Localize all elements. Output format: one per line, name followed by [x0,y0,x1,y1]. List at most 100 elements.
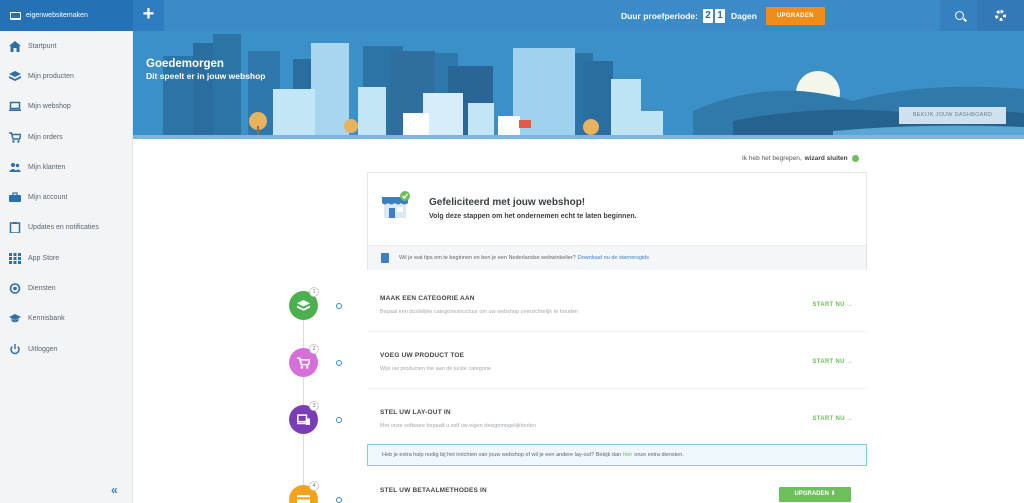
step-number: 2 [309,344,319,354]
step-title: VOEG UW PRODUCT TOE [380,352,465,359]
briefcase-icon [9,192,21,203]
home-icon [9,40,21,52]
clipboard-icon [9,222,21,234]
trial-digit: 2 [702,8,713,23]
add-to-cart-icon [297,356,310,369]
trial-unit: Dagen [730,10,757,21]
help-bar: Heb je extra hulp nodig bij het inrichte… [367,444,867,466]
step-description: Bepaal een duidelijke categoriestructuur… [380,309,579,315]
welcome-title: Gefeliciteerd met jouw webshop! [429,197,586,208]
step-category: 1 MAAK EEN CATEGORIE AAN Bepaal een duid… [289,286,867,333]
sidebar-item-label: Mijn webshop [28,103,71,111]
tip-bar: Wil je wat tips om te beginnen en ben je… [368,245,866,270]
upgrade-step-button[interactable]: UPGRADEN ⬇ [779,487,851,502]
sidebar-item-orders[interactable]: Mijn orders [0,122,132,152]
hero-greeting: Goedemorgen Dit speelt er in jouw websho… [146,58,266,81]
step-layout: 3 STEL UW LAY-OUT IN Met onze software b… [289,400,867,447]
step-title: MAAK EEN CATEGORIE AAN [380,295,475,302]
shop-icon [382,191,410,218]
step-description: Wijs uw producten toe aan de juiste cate… [380,366,491,372]
brand[interactable]: eigenwebsitemaken [0,0,133,31]
sidebar-item-label: Mijn account [28,194,68,202]
grid-icon [9,252,21,264]
brand-name: eigenwebsitemaken [26,12,88,19]
step-card: STEL UW LAY-OUT IN Met onze software bep… [367,400,867,446]
step-product: 2 VOEG UW PRODUCT TOE Wijs uw producten … [289,343,867,390]
tip-text: Wil je wat tips om te beginnen en ben je… [399,255,576,261]
users-icon [9,162,21,173]
step-number: 1 [309,287,319,297]
graduation-icon [9,313,21,324]
cart-icon [9,131,21,143]
step-card: STEL UW BETAALMETHODES IN UPGRADEN ⬇ [367,480,867,503]
book-icon [381,253,389,263]
devices-icon [297,413,310,425]
sidebar-item-producten[interactable]: Mijn producten [0,61,132,91]
help-text: Heb je extra hulp nodig bij het inrichte… [382,452,622,458]
sidebar-item-appstore[interactable]: App Store [0,243,132,273]
step-description: Met onze software bepaalt u zelf uw eige… [380,423,536,429]
sidebar-item-account[interactable]: Mijn account [0,182,132,212]
start-now-button[interactable]: START NU → [812,416,853,422]
extra-services-link[interactable]: hier [623,452,632,458]
step-title: STEL UW LAY-OUT IN [380,409,451,416]
timeline-dot [336,360,342,366]
trial-digit: 1 [714,8,725,23]
welcome-card: Gefeliciteerd met jouw webshop! Volg dez… [367,172,867,270]
greeting-subtitle: Dit speelt er in jouw webshop [146,71,266,81]
step-card: MAAK EEN CATEGORIE AAN Bepaal een duidel… [367,286,867,332]
sidebar-item-startpunt[interactable]: Startpunt [0,31,132,61]
dismiss-bold: wizard sluiten [804,155,848,162]
search-icon [954,11,964,20]
laptop-icon [9,101,21,112]
sidebar-item-label: App Store [28,254,60,262]
sidebar-item-uitloggen[interactable]: Uitloggen [0,334,132,364]
sidebar-item-label: Diensten [28,285,56,293]
credit-card-icon [297,494,310,503]
step-number: 4 [309,481,319,491]
download-guide-link[interactable]: Download nu de starnersgids [578,255,649,261]
search-button[interactable] [940,0,978,31]
step-payment: 4 STEL UW BETAALMETHODES IN UPGRADEN ⬇ [289,480,867,503]
gear-icon [995,10,1006,21]
dismiss-text: Ik heb het begrepen, [742,155,802,162]
greeting-title: Goedemorgen [146,58,224,70]
sidebar-item-label: Updates en notificaties [28,224,99,232]
power-icon [9,343,21,355]
check-icon [851,155,859,162]
sidebar-item-diensten[interactable]: Diensten [0,273,132,303]
step-number: 3 [309,401,319,411]
sidebar-item-webshop[interactable]: Mijn webshop [0,92,132,122]
add-button[interactable]: + [133,0,164,31]
timeline-dot [336,303,342,309]
sidebar-item-label: Startpunt [28,42,57,50]
laptop-icon [10,11,21,20]
start-now-button[interactable]: START NU → [812,302,853,308]
step-card: VOEG UW PRODUCT TOE Wijs uw producten to… [367,343,867,389]
trial-period: Duur proefperiode: 2 1 Dagen UPGRADEN [621,0,825,31]
city-illustration [133,31,1024,139]
collapse-sidebar-button[interactable]: « [111,483,118,497]
view-dashboard-button[interactable]: BEKIJK JOUW DASHBOARD [899,107,1006,124]
help-text-end: onze extra diensten. [634,452,684,458]
sidebar-item-label: Mijn producten [28,72,74,80]
upgrade-button[interactable]: UPGRADEN [765,6,825,25]
start-now-button[interactable]: START NU → [812,359,853,365]
timeline-dot [336,417,342,423]
close-wizard-link[interactable]: Ik heb het begrepen, wizard sluiten [742,155,859,162]
welcome-subtitle: Volg deze stappen om het ondernemen echt… [429,213,637,220]
sidebar-item-kennisbank[interactable]: Kennisbank [0,304,132,334]
step-title: STEL UW BETAALMETHODES IN [380,487,487,494]
sidebar-item-klanten[interactable]: Mijn klanten [0,152,132,182]
box-icon [9,70,21,82]
trial-label: Duur proefperiode: [621,10,698,21]
sidebar-item-updates[interactable]: Updates en notificaties [0,213,132,243]
sidebar-item-label: Mijn klanten [28,163,66,171]
sidebar: Startpunt Mijn producten Mijn webshop Mi… [0,31,133,503]
hero-banner: Goedemorgen Dit speelt er in jouw websho… [133,31,1024,139]
layers-icon [297,299,310,311]
support-icon [9,283,21,294]
settings-button[interactable] [977,0,1024,31]
top-bar: eigenwebsitemaken + Duur proefperiode: 2… [0,0,1024,31]
sidebar-item-label: Uitloggen [28,345,58,353]
